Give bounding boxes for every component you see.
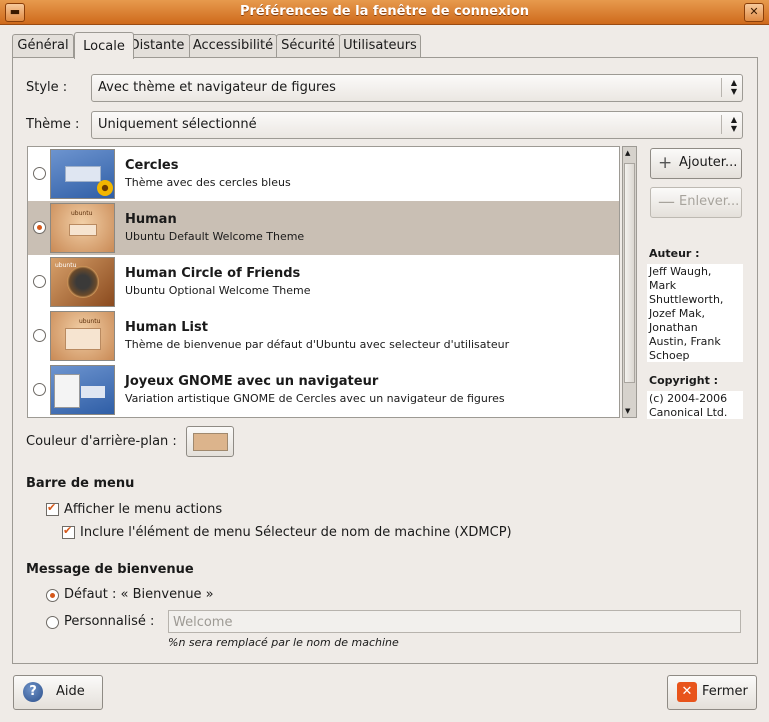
tab-securite[interactable]: Sécurité — [276, 34, 340, 58]
list-item[interactable]: ubuntu Human Circle of Friends Ubuntu Op… — [28, 255, 619, 309]
remove-theme-button[interactable]: — Enlever... — [650, 187, 742, 218]
background-color-button[interactable] — [186, 426, 234, 457]
theme-description: Thème de bienvenue par défaut d'Ubuntu a… — [125, 338, 510, 351]
list-item[interactable]: Joyeux GNOME avec un navigateur Variatio… — [28, 363, 619, 417]
scroll-down-icon[interactable]: ▼ — [625, 407, 630, 415]
help-icon: ? — [23, 682, 43, 702]
include-chooser-checkbox[interactable] — [62, 524, 75, 539]
people-circle-icon — [67, 266, 99, 298]
default-welcome-radio[interactable] — [46, 589, 59, 602]
ubuntu-logo: ubuntu — [71, 210, 93, 217]
scrollbar-thumb[interactable] — [624, 163, 635, 383]
theme-name: Joyeux GNOME avec un navigateur — [125, 374, 379, 389]
list-item[interactable]: Cercles Thème avec des cercles bleus — [28, 147, 619, 201]
add-theme-button[interactable]: + Ajouter... — [650, 148, 742, 179]
close-window-icon[interactable]: ✕ — [744, 3, 764, 22]
background-color-label: Couleur d'arrière-plan : — [26, 434, 177, 449]
close-icon: ✕ — [677, 682, 697, 702]
welcome-section-title: Message de bienvenue — [26, 562, 194, 577]
theme-list-scrollbar[interactable]: ▲ ▼ — [622, 146, 637, 418]
theme-description: Ubuntu Default Welcome Theme — [125, 230, 305, 243]
author-line: Mark — [649, 279, 677, 292]
custom-welcome-label[interactable]: Personnalisé : — [64, 614, 154, 629]
combo-separator — [721, 115, 722, 134]
custom-welcome-radio[interactable] — [46, 616, 59, 629]
list-item[interactable]: ubuntu Human List Thème de bienvenue par… — [28, 309, 619, 363]
login-box-preview — [81, 386, 105, 398]
scroll-up-icon[interactable]: ▲ — [625, 149, 630, 157]
login-box-preview — [65, 166, 101, 182]
flower-icon — [97, 180, 113, 196]
theme-name: Human List — [125, 320, 208, 335]
style-combo-value: Avec thème et navigateur de figures — [98, 80, 336, 95]
author-line: Jozef Mak, — [649, 307, 705, 320]
copyright-line: (c) 2004-2006 — [649, 392, 728, 405]
theme-name: Cercles — [125, 158, 179, 173]
welcome-hint: %n sera remplacé par le nom de machine — [168, 636, 399, 649]
style-label: Style : — [26, 80, 68, 95]
ubuntu-logo: ubuntu — [79, 318, 101, 325]
style-combo[interactable]: Avec thème et navigateur de figures ▲ ▼ — [91, 74, 743, 102]
theme-list[interactable]: Cercles Thème avec des cercles bleus ubu… — [27, 146, 620, 418]
remove-label: Enlever... — [679, 194, 740, 209]
help-button[interactable]: ? Aide — [13, 675, 103, 710]
theme-thumbnail-joyeux-gnome — [50, 365, 115, 415]
author-line: Shuttleworth, — [649, 293, 724, 306]
theme-description: Thème avec des cercles bleus — [125, 176, 291, 189]
background-color-swatch — [193, 433, 228, 451]
theme-name: Human — [125, 212, 177, 227]
include-chooser-label[interactable]: Inclure l'élément de menu Sélecteur de n… — [80, 525, 512, 540]
close-label: Fermer — [702, 684, 748, 699]
tab-locale[interactable]: Locale — [74, 32, 134, 59]
author-label: Auteur : — [649, 247, 700, 260]
combo-arrows-icon: ▲ ▼ — [730, 115, 737, 133]
combo-arrows-icon: ▲ ▼ — [730, 78, 737, 96]
theme-radio[interactable] — [33, 167, 46, 180]
combo-separator — [721, 78, 722, 97]
window-title: Préférences de la fenêtre de connexion — [239, 4, 530, 19]
author-line: Schoep — [649, 349, 690, 362]
tab-utilisateurs[interactable]: Utilisateurs — [339, 34, 421, 58]
theme-thumbnail-cercles — [50, 149, 115, 199]
default-welcome-label[interactable]: Défaut : « Bienvenue » — [64, 587, 214, 602]
minus-icon: — — [658, 192, 675, 212]
theme-combo[interactable]: Uniquement sélectionné ▲ ▼ — [91, 111, 743, 139]
theme-radio[interactable] — [33, 275, 46, 288]
theme-thumbnail-human: ubuntu — [50, 203, 115, 253]
custom-welcome-input[interactable]: Welcome — [168, 610, 741, 633]
browser-preview — [54, 374, 80, 408]
list-item[interactable]: ubuntu Human Ubuntu Default Welcome Them… — [28, 201, 619, 255]
theme-thumbnail-human-list: ubuntu — [50, 311, 115, 361]
author-line: Jeff Waugh, — [649, 265, 712, 278]
copyright-line: Canonical Ltd. — [649, 406, 728, 419]
show-actions-checkbox[interactable] — [46, 501, 59, 516]
theme-description: Ubuntu Optional Welcome Theme — [125, 284, 311, 297]
close-button[interactable]: ✕ Fermer — [667, 675, 757, 710]
copyright-label: Copyright : — [649, 374, 719, 387]
user-list-preview — [65, 328, 101, 350]
show-actions-label[interactable]: Afficher le menu actions — [64, 502, 222, 517]
author-box: Jeff Waugh, Mark Shuttleworth, Jozef Mak… — [647, 264, 743, 362]
login-box-preview — [69, 224, 97, 236]
author-line: Austin, Frank — [649, 335, 721, 348]
copyright-box: (c) 2004-2006 Canonical Ltd. — [647, 391, 743, 419]
title-bar: ▬ Préférences de la fenêtre de connexion… — [0, 0, 769, 25]
theme-combo-value: Uniquement sélectionné — [98, 117, 257, 132]
theme-label: Thème : — [26, 117, 80, 132]
plus-icon: + — [658, 153, 673, 173]
author-line: Jonathan — [649, 321, 698, 334]
theme-radio[interactable] — [33, 329, 46, 342]
theme-thumbnail-human-circle: ubuntu — [50, 257, 115, 307]
menubar-section-title: Barre de menu — [26, 476, 135, 491]
theme-name: Human Circle of Friends — [125, 266, 301, 281]
tab-accessibilite[interactable]: Accessibilité — [189, 34, 277, 58]
help-label: Aide — [56, 684, 85, 699]
theme-radio[interactable] — [33, 221, 46, 234]
theme-description: Variation artistique GNOME de Cercles av… — [125, 392, 505, 405]
add-label: Ajouter... — [679, 155, 738, 170]
theme-radio[interactable] — [33, 383, 46, 396]
tab-general[interactable]: Général — [12, 34, 74, 58]
